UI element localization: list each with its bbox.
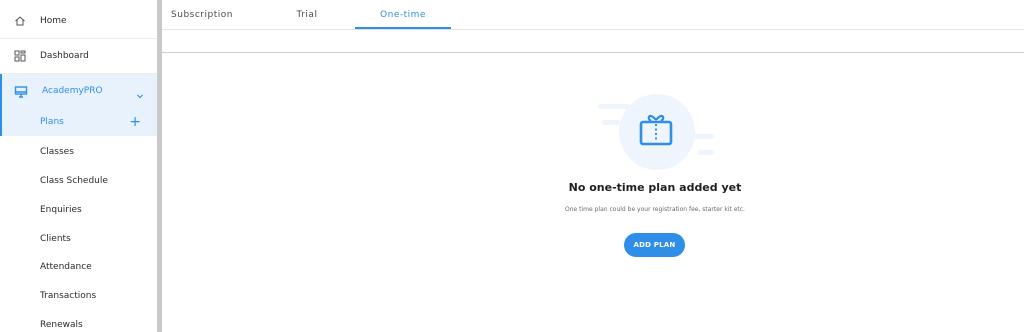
add-plan-button[interactable]: ADD PLAN bbox=[624, 233, 685, 257]
monitor-icon bbox=[14, 84, 28, 98]
sidebar-item-class-schedule[interactable]: Class Schedule bbox=[40, 176, 108, 186]
sidebar-item-clients[interactable]: Clients bbox=[40, 234, 71, 244]
active-tab-indicator bbox=[355, 27, 451, 29]
sidebar-item-academypro[interactable]: AcademyPRO bbox=[0, 74, 157, 108]
tab-trial[interactable]: Trial bbox=[280, 0, 334, 30]
empty-state-subtitle: One time plan could be your registration… bbox=[565, 206, 745, 213]
home-icon bbox=[13, 14, 27, 28]
divider bbox=[162, 52, 1024, 53]
sidebar-item-label: Dashboard bbox=[40, 51, 89, 61]
sidebar-item-plans[interactable]: Plans + bbox=[0, 108, 157, 136]
sidebar-item-renewals[interactable]: Renewals bbox=[40, 320, 83, 330]
add-plan-plus-icon[interactable]: + bbox=[129, 115, 141, 129]
sidebar-item-classes[interactable]: Classes bbox=[40, 147, 74, 157]
tab-one-time[interactable]: One-time bbox=[355, 0, 451, 30]
sidebar-item-dashboard[interactable]: Dashboard bbox=[0, 39, 157, 74]
tab-subscription[interactable]: Subscription bbox=[164, 0, 240, 30]
plan-type-tabs: Subscription Trial One-time bbox=[162, 0, 1024, 30]
empty-state-title: No one-time plan added yet bbox=[568, 181, 742, 194]
sidebar-item-home[interactable]: Home bbox=[0, 4, 157, 39]
sidebar-scrollbar[interactable] bbox=[157, 0, 162, 332]
sidebar-item-attendance[interactable]: Attendance bbox=[40, 262, 92, 272]
sidebar-item-enquiries[interactable]: Enquiries bbox=[40, 205, 82, 215]
chevron-down-icon[interactable] bbox=[135, 86, 145, 99]
sidebar-item-transactions[interactable]: Transactions bbox=[40, 291, 96, 301]
sidebar-item-label: Plans bbox=[40, 117, 64, 127]
gift-box-icon bbox=[598, 94, 714, 170]
dashboard-icon bbox=[13, 49, 27, 63]
sidebar-item-label: AcademyPRO bbox=[42, 86, 103, 96]
sidebar-item-label: Home bbox=[40, 16, 67, 26]
sidebar: Home Dashboard AcademyPRO Plans + Classe… bbox=[0, 0, 157, 332]
